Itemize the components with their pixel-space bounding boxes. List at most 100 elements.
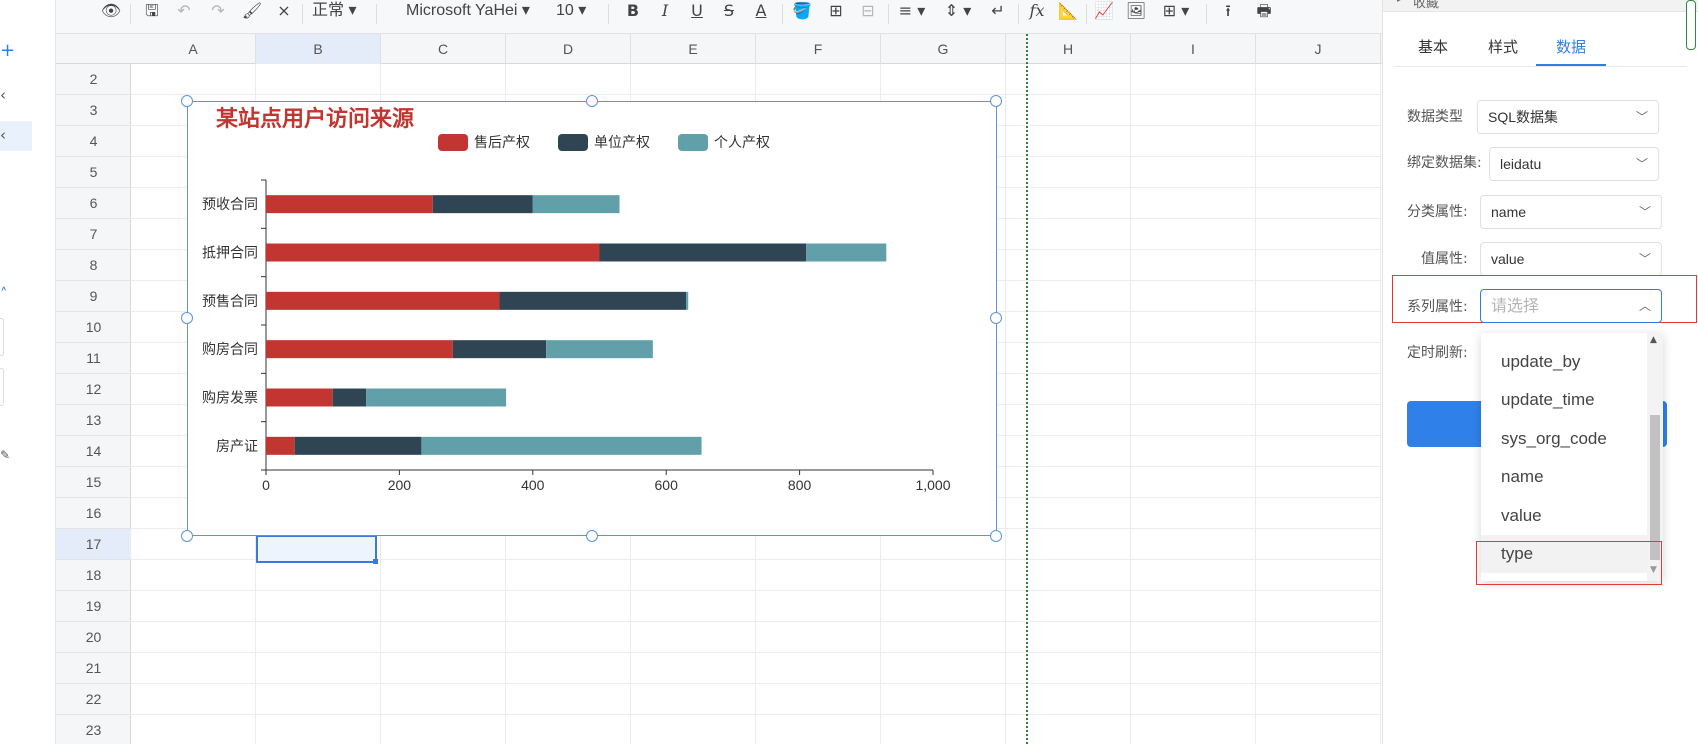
row-header-20[interactable]: 20: [56, 622, 131, 653]
resize-handle-e[interactable]: [990, 312, 1002, 324]
panel-collapsed-header[interactable]: ▸收藏: [1383, 0, 1698, 12]
merge-cells-icon[interactable]: ⊟: [856, 0, 880, 28]
row-header-19[interactable]: 19: [56, 591, 131, 622]
print-icon[interactable]: 🖶: [1252, 0, 1276, 28]
value-attr-select[interactable]: value ﹀: [1480, 242, 1662, 276]
upload-icon[interactable]: ⭱: [1216, 0, 1240, 28]
row-header-4[interactable]: 4: [56, 126, 131, 157]
chevron-up-icon[interactable]: ˄: [0, 285, 8, 303]
font-color-button[interactable]: A: [750, 0, 772, 28]
column-header-G[interactable]: G: [881, 34, 1006, 64]
row-header-11[interactable]: 11: [56, 343, 131, 374]
preview-eye-icon[interactable]: 👁: [98, 0, 124, 28]
row-header-18[interactable]: 18: [56, 560, 131, 591]
strikethrough-button[interactable]: S: [718, 0, 740, 28]
row-header-16[interactable]: 16: [56, 498, 131, 529]
clear-format-icon[interactable]: ⨯: [272, 0, 296, 28]
grid-hline: [131, 590, 1382, 591]
y-category-label: 购房合同: [202, 342, 258, 358]
font-size-select[interactable]: 10 ▾: [556, 0, 598, 28]
column-header-H[interactable]: H: [1006, 34, 1131, 64]
wrap-text-icon[interactable]: ↵: [986, 0, 1010, 28]
format-painter-icon[interactable]: 🖌: [240, 0, 264, 28]
resize-handle-sw[interactable]: [181, 530, 193, 542]
chevron-left-icon[interactable]: ‹: [0, 126, 6, 144]
dropdown-scrollbar-thumb[interactable]: [1650, 415, 1660, 560]
resize-handle-s[interactable]: [586, 530, 598, 542]
row-header-7[interactable]: 7: [56, 219, 131, 250]
chevron-left-icon[interactable]: ‹: [0, 86, 6, 104]
row-header-10[interactable]: 10: [56, 312, 131, 343]
data-type-select[interactable]: SQL数据集 ﹀: [1477, 100, 1659, 134]
ruler-icon[interactable]: 📐: [1056, 0, 1080, 28]
scroll-up-icon[interactable]: ▲: [1650, 335, 1657, 345]
row-header-23[interactable]: 23: [56, 715, 131, 744]
dropdown-option[interactable]: update_by: [1481, 343, 1647, 381]
align-icon[interactable]: ≡ ▾: [894, 0, 930, 28]
bar-segment: [266, 436, 295, 455]
left-strip-field[interactable]: [0, 368, 4, 406]
dropdown-option[interactable]: update_time: [1481, 381, 1647, 419]
chart-container[interactable]: 某站点用户访问来源 售后产权 单位产权 个人产权 0 200 400 600 800 1,000 预…: [181, 95, 1002, 542]
spreadsheet-grid[interactable]: ABCDEFGHIJ 2 3 4 5 6 7 8 9 10 11 12 13 14 15 16 17 18 19 2…: [56, 34, 1382, 744]
row-header-9[interactable]: 9: [56, 281, 131, 312]
column-header-E[interactable]: E: [631, 34, 756, 64]
formula-button[interactable]: fx: [1024, 0, 1050, 28]
row-header-14[interactable]: 14: [56, 436, 131, 467]
row-header-22[interactable]: 22: [56, 684, 131, 715]
dropdown-option[interactable]: sys_org_code: [1481, 420, 1647, 458]
row-header-15[interactable]: 15: [56, 467, 131, 498]
column-header-A[interactable]: A: [131, 34, 256, 64]
selected-cell[interactable]: [256, 535, 377, 563]
underline-button[interactable]: U: [686, 0, 708, 28]
column-header-F[interactable]: F: [756, 34, 881, 64]
row-header-13[interactable]: 13: [56, 405, 131, 436]
components-icon[interactable]: ⊞ ▾: [1156, 0, 1196, 28]
border-icon[interactable]: ⊞: [824, 0, 848, 28]
redo-icon[interactable]: ↷: [206, 0, 230, 28]
dropdown-option[interactable]: name: [1481, 458, 1647, 496]
save-icon[interactable]: 🖫: [140, 0, 164, 28]
image-icon[interactable]: 🖼: [1124, 0, 1148, 28]
column-header-C[interactable]: C: [381, 34, 506, 64]
tab-style[interactable]: 样式: [1483, 36, 1523, 66]
italic-button[interactable]: I: [654, 0, 676, 28]
left-strip-field[interactable]: [0, 318, 4, 356]
row-header-6[interactable]: 6: [56, 188, 131, 219]
fill-handle[interactable]: [373, 559, 378, 564]
valign-icon[interactable]: ⇕ ▾: [940, 0, 976, 28]
column-header-I[interactable]: I: [1131, 34, 1256, 64]
add-icon[interactable]: +: [0, 40, 15, 61]
resize-handle-se[interactable]: [990, 530, 1002, 542]
panel-scrollbar[interactable]: [1686, 0, 1696, 50]
tab-data[interactable]: 数据: [1551, 36, 1591, 66]
resize-handle-ne[interactable]: [990, 95, 1002, 107]
bold-button[interactable]: B: [622, 0, 644, 28]
dropdown-option[interactable]: value: [1481, 497, 1647, 535]
row-header-2[interactable]: 2: [56, 64, 131, 95]
category-select[interactable]: name ﹀: [1480, 195, 1662, 229]
line-chart-icon[interactable]: 📈: [1092, 0, 1116, 28]
dataset-select[interactable]: leidatu ﹀: [1489, 147, 1659, 181]
tab-basic[interactable]: 基本: [1413, 36, 1453, 66]
row-header-8[interactable]: 8: [56, 250, 131, 281]
row-header-17[interactable]: 17: [56, 529, 131, 560]
font-style-select[interactable]: 正常 ▾: [312, 0, 368, 28]
undo-icon[interactable]: ↶: [172, 0, 196, 28]
bar-segment: [686, 291, 689, 310]
edit-icon[interactable]: ✎: [0, 448, 10, 462]
resize-handle-w[interactable]: [181, 312, 193, 324]
fill-color-icon[interactable]: 🪣: [790, 0, 814, 28]
row-header-21[interactable]: 21: [56, 653, 131, 684]
resize-handle-n[interactable]: [586, 95, 598, 107]
row-header-3[interactable]: 3: [56, 95, 131, 126]
font-family-select[interactable]: Microsoft YaHei ▾: [406, 0, 542, 28]
resize-handle-nw[interactable]: [181, 95, 193, 107]
series-attr-select[interactable]: 请选择 ︿: [1480, 289, 1662, 323]
column-header-D[interactable]: D: [506, 34, 631, 64]
column-header-J[interactable]: J: [1256, 34, 1381, 64]
dataset-label: 绑定数据集:: [1407, 155, 1482, 171]
column-header-B[interactable]: B: [256, 34, 381, 64]
row-header-5[interactable]: 5: [56, 157, 131, 188]
row-header-12[interactable]: 12: [56, 374, 131, 405]
